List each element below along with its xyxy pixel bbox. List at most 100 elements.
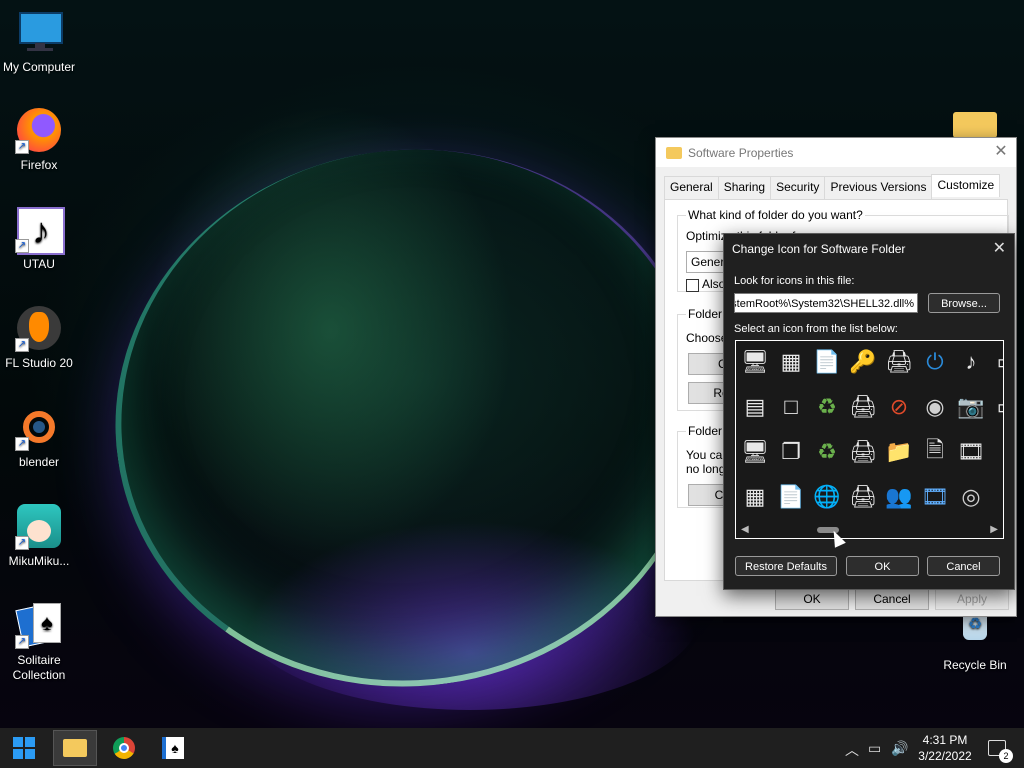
desktop-icon-label-line2: Collection (12, 668, 66, 682)
control-panel-icon[interactable]: ▦ (776, 347, 806, 377)
cards-icon: ♠ ↗ (15, 601, 63, 649)
browse-button[interactable]: Browse... (928, 293, 1000, 313)
desktop-icon-label: MikuMiku... (8, 554, 70, 568)
taskbar-chrome[interactable] (102, 730, 146, 766)
restore-defaults-button[interactable]: Restore Defaults (735, 556, 837, 576)
ok-button[interactable]: OK (846, 556, 919, 576)
monitor-icon (15, 8, 63, 56)
control-list-icon[interactable]: ▦ (740, 482, 770, 512)
desktop-window-icon[interactable]: ▤ (740, 392, 770, 422)
drive-icon[interactable]: ▭ (992, 392, 1003, 422)
tab-previous-versions[interactable]: Previous Versions (824, 176, 933, 199)
start-button[interactable] (2, 730, 46, 766)
desktop-icon-fl-studio[interactable]: ↗ FL Studio 20 (1, 304, 77, 371)
tab-sharing[interactable]: Sharing (717, 176, 772, 199)
recycle-full-icon[interactable]: ♻ (812, 392, 842, 422)
notifications-icon[interactable]: 2 (988, 740, 1013, 763)
tab-customize[interactable]: Customize (931, 174, 1001, 197)
drive-icon[interactable]: ▭ (992, 347, 1003, 377)
also-apply-checkbox[interactable] (686, 279, 699, 292)
media-file-icon[interactable]: 🎞 (956, 437, 986, 467)
network-icon[interactable]: ▭ (868, 740, 881, 757)
shortcut-arrow-icon: ↗ (15, 338, 29, 352)
camera-icon[interactable]: 📷 (956, 392, 986, 422)
close-icon[interactable]: ✕ (993, 238, 1006, 258)
cd-icon[interactable]: ◎ (956, 482, 986, 512)
desktop-icon-blender[interactable]: ↗ blender (1, 403, 77, 470)
properties-tabs: General Sharing Security Previous Versio… (664, 174, 1016, 199)
taskbar: ♠ ︿ ▭ 🔊 4:31 PM 3/22/2022 2 (0, 728, 1024, 768)
power-icon[interactable]: ⏻ (920, 347, 950, 377)
folder-icon (63, 739, 87, 757)
arrow-icon[interactable]: › (992, 437, 1003, 467)
audio-file-icon[interactable]: ♪ (956, 347, 986, 377)
clock-date: 3/22/2022 (918, 749, 972, 763)
desktop-icon-label: Recycle Bin (943, 658, 1007, 672)
dvd-icon[interactable]: ◉ (920, 392, 950, 422)
cancel-button[interactable]: Cancel (855, 588, 929, 610)
miku-icon: ↗ (15, 502, 63, 550)
volume-icon[interactable]: 🔊 (891, 740, 908, 757)
properties-titlebar[interactable]: Software Properties (656, 138, 1016, 167)
blank-window-icon[interactable]: □ (776, 392, 806, 422)
shortcut-doc-icon[interactable]: 📄 (812, 347, 842, 377)
shortcut-arrow-icon: ↗ (15, 140, 29, 154)
desktop-icon-solitaire[interactable]: ♠ ↗ Solitaire Collection (1, 601, 77, 683)
users-key-icon[interactable]: 👥 (884, 482, 914, 512)
film-icon[interactable]: 🎞 (920, 482, 950, 512)
desktop-icon-utau[interactable]: ♪ ↗ UTAU (1, 205, 77, 272)
fax-icon[interactable]: 🖨 (848, 392, 878, 422)
tab-general[interactable]: General (664, 176, 719, 199)
keys-icon[interactable]: 🔑 (848, 347, 878, 377)
apply-button[interactable]: Apply (935, 588, 1009, 610)
taskbar-solitaire[interactable]: ♠ (151, 730, 195, 766)
folder-type-caption: What kind of folder do you want? (686, 208, 865, 222)
desktop-icon-label: Solitaire (17, 653, 61, 667)
recycle-empty-icon[interactable]: ♻ (812, 437, 842, 467)
also-apply-label: Also (702, 277, 726, 291)
documents-icon[interactable]: 🗎 (920, 437, 950, 467)
notification-count: 2 (999, 749, 1013, 763)
chrome-icon (113, 737, 135, 759)
change-icon-dialog: Change Icon for Software Folder ✕ Look f… (723, 233, 1015, 590)
desktop-icon-firefox[interactable]: ↗ Firefox (1, 106, 77, 173)
printer-shared-icon[interactable]: 🖨 (848, 482, 878, 512)
computer-network-icon[interactable]: 🖥 (740, 347, 770, 377)
monitor-window-icon[interactable]: 🖥 (740, 437, 770, 467)
prohibited-icon[interactable]: ⊘ (884, 392, 914, 422)
desktop-icon-my-computer[interactable]: My Computer (1, 8, 77, 75)
doc-hand-icon[interactable]: 📄 (776, 482, 806, 512)
desktop-icon-label: UTAU (23, 257, 55, 271)
folder-icon[interactable] (953, 112, 997, 138)
cancel-button[interactable]: Cancel (927, 556, 1000, 576)
tab-security[interactable]: Security (770, 176, 826, 199)
icon-list[interactable]: 🖥▦📄🔑🖨⏻♪▭▤□♻🖨⊘◉📷▭🖥❐♻🖨📁🗎🎞›▦📄🌐🖨👥🎞◎ ◀ ▶ (735, 340, 1004, 539)
shortcut-arrow-icon: ↗ (15, 437, 29, 451)
desktop-icon-mikumiku[interactable]: ↗ MikuMiku... (1, 502, 77, 569)
icon-list-scrollbar[interactable]: ◀ ▶ (737, 523, 1002, 537)
shortcut-arrow-icon: ↗ (15, 239, 29, 253)
scroll-right-icon[interactable]: ▶ (990, 524, 998, 535)
icon-file-input[interactable]: %SystemRoot%\System32\SHELL32.dll (734, 293, 918, 313)
firefox-icon: ↗ (15, 106, 63, 154)
desktop-icon-label: FL Studio 20 (5, 356, 73, 370)
chevron-up-icon[interactable]: ︿ (845, 740, 859, 760)
clock[interactable]: 4:31 PM 3/22/2022 (915, 732, 975, 764)
desktop-icon-label: My Computer (2, 60, 76, 74)
taskbar-file-explorer[interactable] (53, 730, 97, 766)
folder-check-icon[interactable]: 📁 (884, 437, 914, 467)
clock-time: 4:31 PM (922, 733, 968, 747)
look-for-label: Look for icons in this file: (734, 275, 855, 287)
desktop-icon-label: Firefox (20, 158, 58, 172)
scroll-left-icon[interactable]: ◀ (741, 524, 749, 535)
properties-title: Software Properties (688, 145, 794, 160)
ok-button[interactable]: OK (775, 588, 849, 610)
close-icon[interactable]: ✕ (992, 143, 1010, 161)
shortcut-arrow-icon: ↗ (15, 536, 29, 550)
windows-cascade-icon[interactable]: ❐ (776, 437, 806, 467)
change-icon-title: Change Icon for Software Folder (732, 242, 906, 256)
printer-check-icon[interactable]: 🖨 (848, 437, 878, 467)
music-note-icon: ♪ ↗ (15, 205, 65, 255)
globe-monitor-icon[interactable]: 🌐 (812, 482, 842, 512)
printer-icon[interactable]: 🖨 (884, 347, 914, 377)
